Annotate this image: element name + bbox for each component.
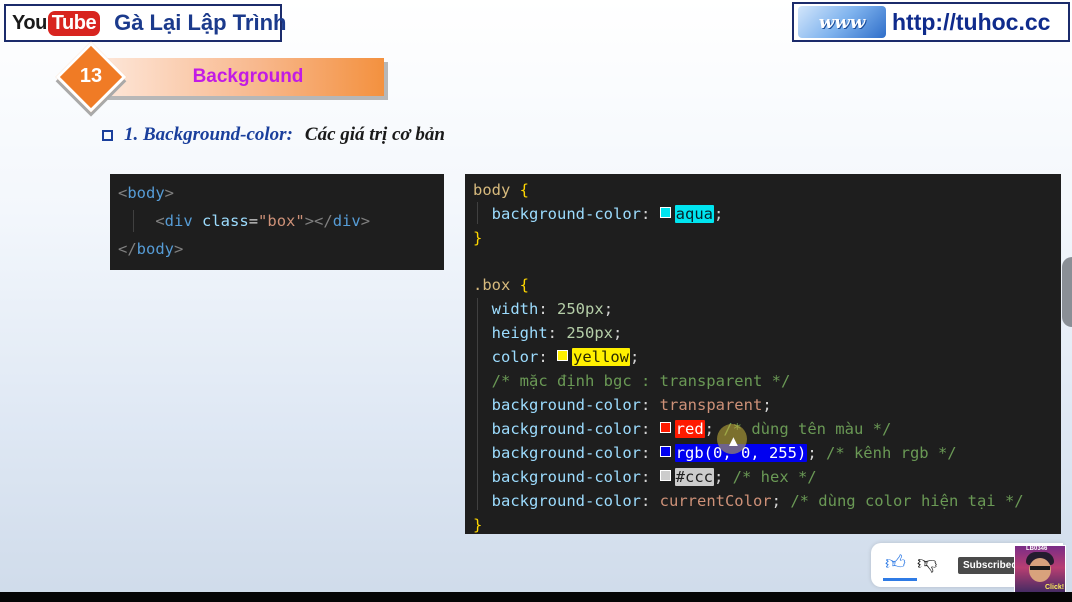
code-line: } (473, 516, 483, 534)
css-property: background-color (491, 444, 641, 462)
color-swatch-icon (557, 350, 569, 361)
like-active-indicator (883, 578, 917, 581)
css-value: 250px (557, 300, 604, 318)
slide-title: Background (192, 66, 304, 87)
css-comment: /* hex */ (732, 468, 817, 486)
css-property: height (491, 324, 548, 342)
css-property: background-color (491, 396, 641, 414)
color-swatch-icon (659, 470, 671, 481)
css-comment: /* dùng color hiện tại */ (790, 492, 1024, 510)
css-property: background-color (491, 205, 641, 223)
channel-name: Gà Lại Lập Trình (114, 10, 287, 35)
css-value: yellow (572, 348, 631, 366)
code-line: /* mặc định bgc : transparent */ (473, 370, 791, 392)
code-line: .box { (473, 276, 530, 294)
css-code-panel: body { background-color: aqua; } .box { … (465, 174, 1061, 534)
css-property: width (491, 300, 539, 318)
code-line: background-color: #ccc; /* hex */ (491, 468, 817, 486)
www-globe-icon: www (798, 6, 886, 38)
www-badge-text: www (818, 11, 866, 33)
css-value: #ccc (674, 468, 714, 486)
checkbox-bullet-icon (102, 129, 113, 141)
thumbs-up-icon[interactable]: 👍︎ (885, 551, 906, 575)
subscribed-button[interactable]: Subscribed (958, 557, 1023, 574)
css-property: background-color (491, 420, 641, 438)
css-comment: /* dùng tên màu */ (723, 420, 892, 438)
code-line: background-color: rgb(0, 0, 255); /* kên… (491, 444, 957, 462)
code-line: width: 250px; (491, 300, 614, 318)
youtube-logo-you: You (12, 11, 47, 34)
avatar-face (1029, 558, 1051, 582)
color-swatch-icon (659, 207, 671, 218)
html-attr-value: "box" (258, 212, 305, 230)
youtube-logo-tube: Tube (47, 10, 101, 36)
html-tag: div (332, 212, 361, 230)
css-value: aqua (674, 205, 714, 223)
html-tag: body (127, 184, 165, 202)
mouse-pointer-icon: ▲ (726, 433, 741, 450)
video-bottom-bar (0, 592, 1072, 602)
avatar-glasses (1030, 566, 1050, 570)
section-heading: 1. Background-color: Các giá trị cơ bản (102, 124, 445, 146)
code-line: color: yellow; (491, 348, 640, 366)
css-comment: /* kênh rgb */ (825, 444, 957, 462)
code-line: <body> (118, 184, 175, 202)
code-line: </body> (118, 240, 184, 258)
css-property: background-color (491, 492, 641, 510)
css-selector: body (473, 181, 511, 199)
code-line: background-color: currentColor; /* dùng … (491, 492, 1024, 510)
html-tag: div (164, 212, 193, 230)
website-url: http://tuhoc.cc (892, 8, 1051, 35)
css-selector: .box (473, 276, 511, 294)
slide-title-banner: Background (104, 58, 384, 96)
css-property: color (491, 348, 539, 366)
css-value: 250px (566, 324, 614, 342)
css-value: transparent (659, 396, 763, 414)
html-tag: body (136, 240, 174, 258)
thumbs-down-icon[interactable]: 👎︎ (917, 551, 937, 575)
channel-avatar[interactable]: LB0346 Click! (1014, 545, 1066, 595)
css-value: red (674, 420, 705, 438)
color-swatch-icon (659, 422, 671, 433)
heading-number: 1. Background-color: (124, 124, 293, 145)
code-line: <div class="box"></div> (155, 212, 371, 230)
html-attr: class (202, 212, 249, 230)
youtube-logo: You Tube (12, 10, 101, 36)
code-line: background-color: aqua; (491, 205, 724, 223)
css-property: background-color (491, 468, 641, 486)
css-comment: /* mặc định bgc : transparent */ (491, 372, 791, 390)
code-line: background-color: transparent; (491, 396, 772, 414)
website-badge: www http://tuhoc.cc (792, 2, 1070, 42)
side-panel-handle[interactable] (1062, 257, 1072, 327)
color-swatch-icon (659, 446, 671, 457)
css-value: currentColor (659, 492, 772, 510)
code-line: height: 250px; (491, 324, 623, 342)
html-code-panel: <body> <div class="box"></div> </body> (110, 174, 444, 270)
code-line: } (473, 229, 483, 247)
heading-text: Các giá trị cơ bản (304, 124, 445, 145)
code-line: body { (473, 181, 530, 199)
avatar-click-text: Click! (1045, 584, 1065, 591)
youtube-channel-badge: You Tube Gà Lại Lập Trình (4, 4, 286, 42)
slide-number: 13 (79, 64, 103, 87)
code-line: background-color: red; /* dùng tên màu *… (491, 420, 892, 438)
